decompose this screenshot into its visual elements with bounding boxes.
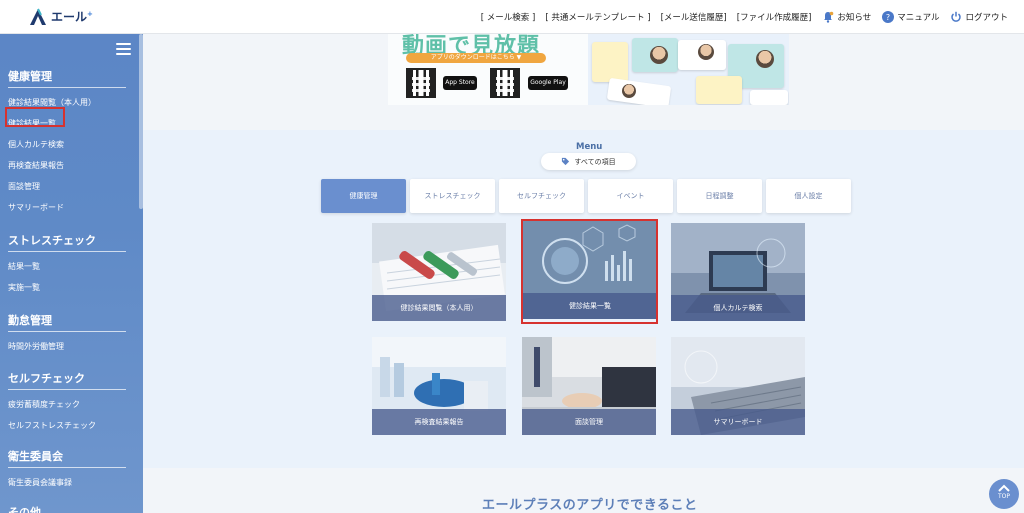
tab-schedule[interactable]: 日程調整: [677, 179, 762, 213]
hamburger-menu-icon[interactable]: [116, 43, 131, 57]
sidebar-item-stress-implementation[interactable]: 実施一覧: [8, 282, 126, 294]
all-items-label: すべての項目: [574, 157, 616, 166]
logo-text: エール+: [51, 10, 93, 24]
sidebar-item-overtime[interactable]: 時間外労働管理: [8, 341, 126, 353]
sidebar-section-title: 健康管理: [8, 68, 126, 88]
sidebar-item-summary-board[interactable]: サマリーボード: [8, 202, 126, 214]
tag-icon: [562, 157, 570, 166]
card-checkup-view[interactable]: 健診結果閲覧（本人用）: [372, 223, 506, 321]
tab-event[interactable]: イベント: [588, 179, 673, 213]
card-label: 再検査結果報告: [372, 409, 506, 435]
app-features-heading: エールプラスのアプリでできること: [482, 498, 698, 513]
google-play-badge[interactable]: Google Play: [528, 76, 568, 90]
chevron-up-icon: [998, 484, 1010, 492]
tab-self-check[interactable]: セルフチェック: [499, 179, 584, 213]
sidebar-section-committee: 衛生委員会 衛生委員会議事録: [8, 448, 126, 489]
svg-text:?: ?: [886, 13, 890, 22]
app-store-badge[interactable]: App Store: [443, 76, 477, 90]
help-icon: ?: [882, 11, 895, 23]
mail-send-history-link[interactable]: [メール送信履歴]: [661, 11, 727, 23]
logo-mark-icon: [28, 7, 48, 27]
sidebar: 健康管理 健診結果閲覧（本人用） 健診結果一覧 個人カルテ検索 再検査結果報告 …: [0, 34, 143, 513]
logout-label: ログアウト: [965, 13, 1008, 23]
sidebar-item-interview[interactable]: 面談管理: [8, 181, 126, 193]
sidebar-section-stress: ストレスチェック 結果一覧 実施一覧: [8, 232, 126, 294]
power-icon: [951, 11, 962, 22]
all-items-button[interactable]: すべての項目: [541, 153, 636, 170]
card-label: 面談管理: [522, 409, 656, 435]
common-mail-template-link[interactable]: [ 共通メールテンプレート ]: [545, 11, 650, 23]
back-to-top-button[interactable]: TOP: [989, 479, 1019, 509]
card-label: サマリーボード: [671, 409, 805, 435]
menu-label: Menu: [576, 142, 603, 152]
sidebar-section-attendance: 勤怠管理 時間外労働管理: [8, 312, 126, 353]
card-interview[interactable]: 面談管理: [522, 337, 656, 435]
card-personal-chart[interactable]: 個人カルテ検索: [671, 223, 805, 321]
tab-personal-settings[interactable]: 個人設定: [766, 179, 851, 213]
sidebar-section-title: 衛生委員会: [8, 448, 126, 468]
sidebar-item-personal-chart[interactable]: 個人カルテ検索: [8, 139, 126, 151]
card-recheck-report[interactable]: 再検査結果報告: [372, 337, 506, 435]
top-header: エール+ [ メール検索 ] [ 共通メールテンプレート ] [メール送信履歴]…: [0, 0, 1024, 34]
card-label: 健診結果閲覧（本人用）: [372, 295, 506, 321]
sidebar-item-self-stress-check[interactable]: セルフストレスチェック: [8, 420, 126, 432]
qr-code-icon: [406, 68, 436, 98]
sidebar-section-health: 健康管理 健診結果閲覧（本人用） 健診結果一覧 個人カルテ検索 再検査結果報告 …: [8, 68, 126, 214]
top-navigation: [ メール検索 ] [ 共通メールテンプレート ] [メール送信履歴] [ファイ…: [471, 0, 1008, 34]
banner-image: [588, 34, 789, 105]
card-label: 個人カルテ検索: [671, 295, 805, 321]
tab-stress-check[interactable]: ストレスチェック: [410, 179, 495, 213]
manual-link[interactable]: ? マニュアル: [882, 11, 939, 23]
file-create-history-link[interactable]: [ファイル作成履歴]: [737, 11, 812, 23]
sidebar-section-title: セルフチェック: [8, 370, 126, 390]
sidebar-item-committee-minutes[interactable]: 衛生委員会議事録: [8, 477, 126, 489]
qr-code-icon: [490, 68, 520, 98]
sidebar-item-fatigue-check[interactable]: 疲労蓄積度チェック: [8, 399, 126, 411]
sidebar-section-title: ストレスチェック: [8, 232, 126, 252]
sidebar-section-other: その他: [8, 504, 126, 513]
tab-health[interactable]: 健康管理: [321, 179, 406, 213]
notice-label: お知らせ: [837, 13, 872, 23]
highlight-box: [5, 107, 65, 127]
app-promo-banner[interactable]: 動画で見放題 アプリのダウンロードはこちら ▼ App Store Google…: [388, 34, 789, 105]
logo[interactable]: エール+: [28, 7, 93, 27]
sidebar-section-selfcheck: セルフチェック 疲労蓄積度チェック セルフストレスチェック: [8, 370, 126, 432]
banner-download-label: アプリのダウンロードはこちら ▼: [406, 53, 546, 63]
sidebar-section-title: 勤怠管理: [8, 312, 126, 332]
card-summary-board[interactable]: サマリーボード: [671, 337, 805, 435]
manual-label: マニュアル: [897, 13, 940, 23]
bell-icon: [824, 11, 834, 23]
back-to-top-label: TOP: [997, 493, 1010, 500]
notice-link[interactable]: お知らせ: [822, 11, 871, 23]
logout-link[interactable]: ログアウト: [950, 11, 1008, 23]
mail-search-link[interactable]: [ メール検索 ]: [481, 11, 536, 23]
sidebar-item-recheck-report[interactable]: 再検査結果報告: [8, 160, 126, 172]
highlight-box: [521, 219, 658, 324]
sidebar-section-title: その他: [8, 504, 126, 513]
sidebar-item-stress-results[interactable]: 結果一覧: [8, 261, 126, 273]
